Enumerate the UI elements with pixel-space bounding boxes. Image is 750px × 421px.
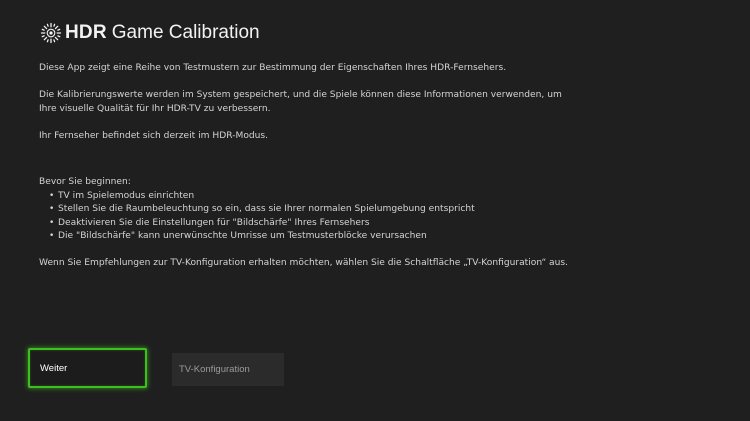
before-heading: Bevor Sie beginnen: bbox=[39, 177, 131, 187]
list-item: • Deaktivieren Sie die Einstellungen für … bbox=[49, 217, 719, 231]
list-item: • Die "Bildschärfe" kann unerwünschte Umr… bbox=[49, 230, 719, 244]
main-content: Diese App zeigt eine Reihe von Testmuste… bbox=[39, 62, 719, 271]
list-item: • TV im Spielemodus einrichten bbox=[49, 190, 719, 204]
hdr-mode-status: Ihr Fernseher befindet sich derzeit im H… bbox=[39, 130, 269, 141]
continue-button[interactable]: Weiter bbox=[28, 348, 147, 388]
calibration-info-line-2: Ihre visuelle Qualität für Ihr HDR-TV zu… bbox=[39, 103, 271, 114]
prep-list: • TV im Spielemodus einrichten • Stellen S… bbox=[39, 190, 719, 244]
page-title: Game Calibration bbox=[111, 22, 260, 43]
bullet-icon: • bbox=[49, 204, 55, 214]
bullet-icon: • bbox=[49, 231, 55, 241]
bullet-icon: • bbox=[49, 190, 55, 201]
tv-config-hint: Wenn Sie Empfehlungen zur TV-Konfigurati… bbox=[39, 258, 569, 268]
hdr-sun-icon bbox=[40, 22, 62, 44]
app-header: HDR Game Calibration bbox=[40, 20, 260, 46]
tv-configuration-button[interactable]: TV-Konfiguration bbox=[172, 353, 284, 386]
bullet-icon: • bbox=[49, 217, 55, 228]
intro-paragraph: Diese App zeigt eine Reihe von Testmuste… bbox=[39, 63, 507, 73]
list-item: • Stellen Sie die Raumbeleuchtung so ein,… bbox=[49, 203, 719, 217]
brand-hdr: HDR bbox=[65, 22, 107, 43]
calibration-info-line-1: Die Kalibrierungswerte werden im System … bbox=[39, 90, 562, 100]
